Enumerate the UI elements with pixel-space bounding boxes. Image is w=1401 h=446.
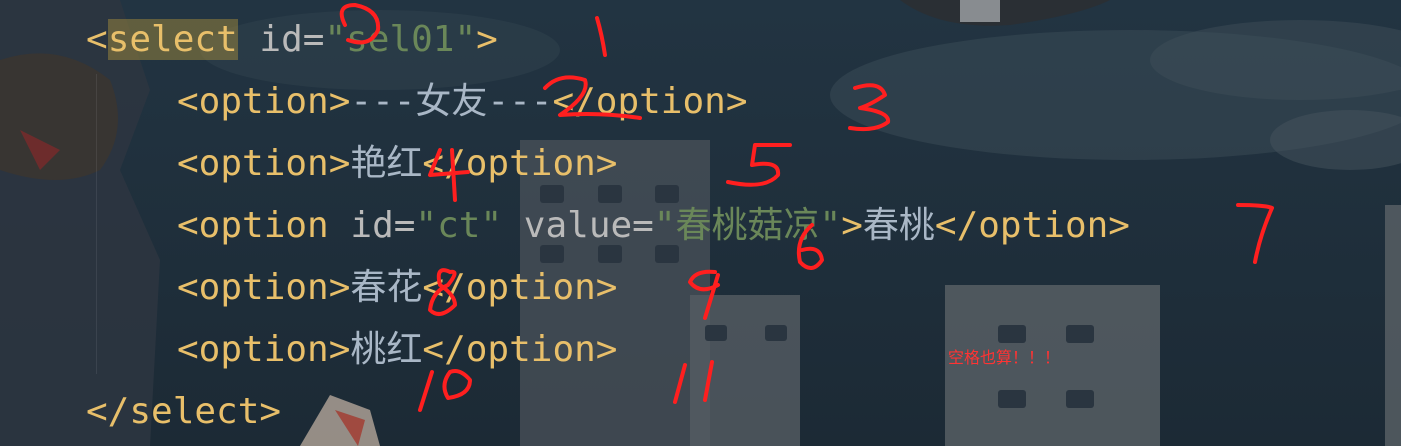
option-close-tag: </option> bbox=[422, 329, 618, 370]
option-open-tag: <option bbox=[177, 205, 329, 246]
option-text: 桃红 bbox=[350, 329, 423, 370]
attribute-value-name: value= bbox=[502, 205, 654, 246]
option-close-tag: </option> bbox=[934, 205, 1130, 246]
attribute-id: id= bbox=[237, 19, 325, 60]
select-tag-name: select bbox=[107, 19, 238, 60]
option-open-tag: <option> bbox=[177, 81, 351, 122]
tag-close-bracket: > bbox=[476, 19, 498, 60]
option-close-tag: </option> bbox=[422, 267, 618, 308]
option-open-tag: <option> bbox=[177, 143, 351, 184]
select-close-tag: </select> bbox=[86, 391, 282, 432]
option-text: ---女友--- bbox=[350, 81, 553, 122]
option-text: 春桃 bbox=[862, 205, 935, 246]
code-line-6[interactable]: <option>桃红</option> bbox=[177, 319, 617, 381]
code-editor[interactable]: <select id="sel01"> <option>---女友---</op… bbox=[0, 0, 1401, 446]
code-line-3[interactable]: <option>艳红</option> bbox=[177, 133, 617, 195]
option-open-tag: <option> bbox=[177, 267, 351, 308]
option-text: 春花 bbox=[350, 267, 423, 308]
code-line-2[interactable]: <option>---女友---</option> bbox=[177, 71, 748, 133]
tag-open-bracket: < bbox=[86, 19, 108, 60]
tag-close-bracket: > bbox=[841, 205, 863, 246]
option-close-tag: </option> bbox=[422, 143, 618, 184]
attribute-id: id= bbox=[328, 205, 416, 246]
option-open-tag: <option> bbox=[177, 329, 351, 370]
option-text: 艳红 bbox=[350, 143, 423, 184]
code-line-5[interactable]: <option>春花</option> bbox=[177, 257, 617, 319]
attribute-value: "春桃菇凉" bbox=[653, 205, 842, 246]
code-line-4[interactable]: <option id="ct" value="春桃菇凉">春桃</option> bbox=[177, 195, 1130, 257]
code-line-7[interactable]: </select> bbox=[86, 381, 281, 443]
option-close-tag: </option> bbox=[552, 81, 748, 122]
code-line-1[interactable]: <select id="sel01"> bbox=[86, 9, 498, 71]
attribute-value: "sel01" bbox=[324, 19, 477, 60]
annotation-note: 空格也算！！！ bbox=[948, 348, 1061, 367]
attribute-value: "ct" bbox=[415, 205, 503, 246]
